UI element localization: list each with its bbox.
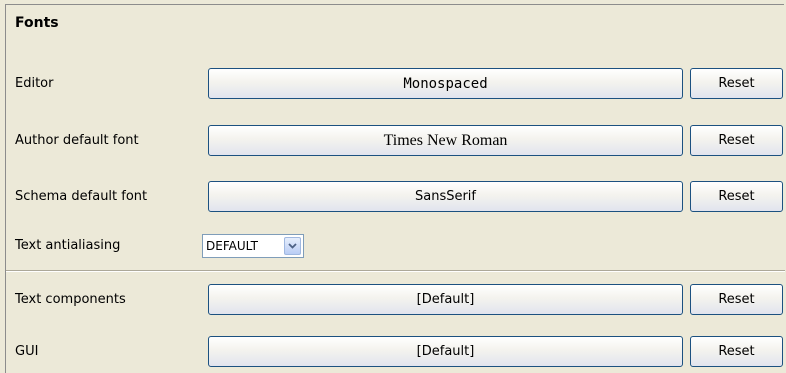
schema-default-font-value: SansSerif bbox=[414, 189, 476, 204]
text-antialiasing-label: Text antialiasing bbox=[15, 238, 121, 253]
schema-default-font-label: Schema default font bbox=[15, 189, 148, 204]
author-default-font-button[interactable]: Times New Roman bbox=[208, 125, 683, 156]
text-antialiasing-value: DEFAULT bbox=[206, 239, 258, 253]
text-antialiasing-select[interactable]: DEFAULT bbox=[202, 234, 304, 258]
editor-label: Editor bbox=[15, 76, 54, 91]
gui-font-value: [Default] bbox=[416, 344, 475, 359]
text-components-label: Text components bbox=[15, 292, 126, 307]
editor-font-value: Monospaced bbox=[403, 75, 488, 92]
author-default-font-value: Times New Roman bbox=[383, 131, 508, 149]
section-separator bbox=[6, 270, 785, 272]
fonts-panel: Fonts Editor Monospaced Reset Author def… bbox=[5, 4, 785, 373]
editor-font-button[interactable]: Monospaced bbox=[208, 68, 683, 99]
text-components-font-button[interactable]: [Default] bbox=[208, 284, 683, 315]
schema-default-font-reset-button[interactable]: Reset bbox=[690, 181, 783, 212]
chevron-down-icon[interactable] bbox=[284, 237, 301, 255]
editor-reset-button[interactable]: Reset bbox=[690, 68, 783, 99]
gui-label: GUI bbox=[15, 344, 39, 359]
schema-default-font-button[interactable]: SansSerif bbox=[208, 181, 683, 212]
text-components-font-value: [Default] bbox=[416, 292, 475, 307]
text-components-reset-button[interactable]: Reset bbox=[690, 284, 783, 315]
gui-reset-button[interactable]: Reset bbox=[690, 336, 783, 367]
section-title: Fonts bbox=[15, 15, 59, 31]
author-default-font-label: Author default font bbox=[15, 133, 139, 148]
author-default-font-reset-button[interactable]: Reset bbox=[690, 125, 783, 156]
gui-font-button[interactable]: [Default] bbox=[208, 336, 683, 367]
